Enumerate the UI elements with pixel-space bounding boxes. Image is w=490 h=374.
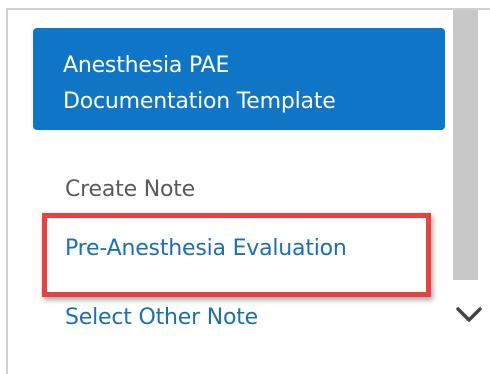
documentation-template-button[interactable]: Anesthesia PAE Documentation Template xyxy=(33,28,445,130)
template-button-line-2: Documentation Template xyxy=(63,89,336,114)
template-button-line-1: Anesthesia PAE xyxy=(63,53,230,78)
select-other-note-link[interactable]: Select Other Note xyxy=(65,303,258,333)
scrollbar-thumb[interactable] xyxy=(453,10,478,280)
note-options-window: Anesthesia PAE Documentation Template Cr… xyxy=(6,8,490,374)
chevron-down-icon[interactable] xyxy=(453,300,485,328)
vertical-scrollbar[interactable] xyxy=(451,10,490,374)
pre-anesthesia-evaluation-link[interactable]: Pre-Anesthesia Evaluation xyxy=(65,234,347,264)
note-menu-panel: Anesthesia PAE Documentation Template Cr… xyxy=(8,10,445,374)
create-note-label: Create Note xyxy=(65,177,195,202)
